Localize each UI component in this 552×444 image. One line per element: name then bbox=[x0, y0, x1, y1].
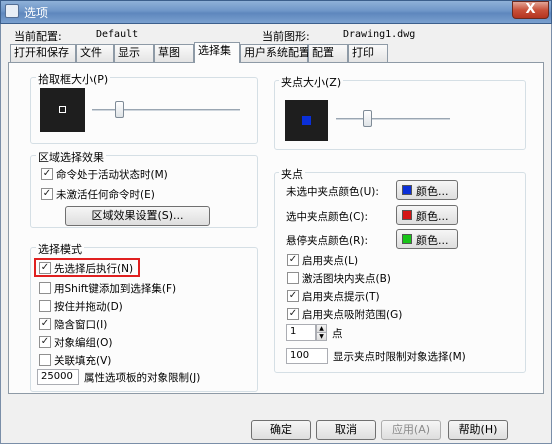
hover-color-button-label: 颜色... bbox=[416, 234, 449, 247]
area-effects-label: 区域选择效果 bbox=[36, 149, 106, 165]
tab-profiles[interactable]: 配置 bbox=[308, 44, 348, 62]
window-title: 选项 bbox=[24, 6, 49, 20]
snap-range-down-button[interactable]: ▼ bbox=[316, 332, 327, 341]
press-drag-label: 按住并拖动(D) bbox=[54, 301, 123, 313]
unselected-color-swatch bbox=[402, 185, 412, 195]
grip-size-slider-thumb[interactable] bbox=[363, 110, 372, 127]
shift-add-checkbox[interactable] bbox=[39, 282, 51, 294]
implied-window-checkbox[interactable]: ✓ bbox=[39, 318, 51, 330]
implied-window-label: 隐含窗口(I) bbox=[54, 319, 108, 331]
tab-display[interactable]: 显示 bbox=[114, 44, 154, 62]
ok-button[interactable]: 确定 bbox=[251, 420, 311, 440]
tab-open-save[interactable]: 打开和保存 bbox=[10, 44, 76, 62]
tab-selection[interactable]: 选择集 bbox=[194, 42, 240, 63]
grips-in-blocks-label: 激活图块内夹点(B) bbox=[302, 273, 391, 285]
no-command-label: 未激活任何命令时(E) bbox=[56, 189, 155, 201]
associative-hatch-label: 关联填充(V) bbox=[54, 355, 112, 367]
snap-range-unit: 点 bbox=[332, 328, 343, 340]
tab-user-preferences[interactable]: 用户系统配置 bbox=[240, 44, 310, 62]
grip-snap-label: 启用夹点吸附范围(G) bbox=[302, 309, 403, 321]
grip-tips-checkbox[interactable]: ✓ bbox=[287, 290, 299, 302]
noun-verb-label: 先选择后执行(N) bbox=[54, 263, 134, 275]
grip-marker bbox=[302, 116, 311, 125]
pickbox-label: 拾取框大小(P) bbox=[36, 71, 111, 87]
grip-limit-label: 显示夹点时限制对象选择(M) bbox=[333, 351, 466, 363]
grip-size-slider-track[interactable] bbox=[336, 118, 450, 120]
enable-grips-checkbox[interactable]: ✓ bbox=[287, 254, 299, 266]
object-grouping-label: 对象编组(O) bbox=[54, 337, 113, 349]
tab-plot[interactable]: 打印 bbox=[348, 44, 388, 62]
help-button[interactable]: 帮助(H) bbox=[448, 420, 508, 440]
pickbox-marker bbox=[59, 106, 66, 113]
command-active-label: 命令处于活动状态时(M) bbox=[56, 169, 168, 181]
object-limit-label: 属性选项板的对象限制(J) bbox=[84, 372, 201, 384]
tab-files[interactable]: 文件 bbox=[76, 44, 114, 62]
snap-range-input[interactable]: 1 bbox=[286, 324, 316, 341]
pickbox-slider-thumb[interactable] bbox=[115, 101, 124, 118]
selected-grip-color-label: 选中夹点颜色(C): bbox=[286, 211, 369, 223]
selected-color-swatch bbox=[402, 210, 412, 220]
grip-limit-input[interactable]: 100 bbox=[286, 348, 328, 364]
grips-label: 夹点 bbox=[279, 166, 305, 182]
unselected-grip-color-label: 未选中夹点颜色(U): bbox=[286, 186, 379, 198]
unselected-color-button-label: 颜色... bbox=[416, 185, 449, 198]
command-active-checkbox[interactable]: ✓ bbox=[41, 168, 53, 180]
current-config-label: 当前配置: bbox=[14, 30, 62, 43]
app-icon bbox=[5, 4, 19, 18]
no-command-checkbox[interactable]: ✓ bbox=[41, 188, 53, 200]
grips-in-blocks-checkbox[interactable] bbox=[287, 272, 299, 284]
shift-add-label: 用Shift键添加到选择集(F) bbox=[54, 283, 177, 295]
area-effect-settings-button[interactable]: 区域效果设置(S)... bbox=[65, 206, 210, 226]
title-bar bbox=[0, 0, 552, 24]
selection-modes-label: 选择模式 bbox=[36, 241, 84, 257]
current-config-value: Default bbox=[96, 29, 139, 40]
object-limit-input[interactable]: 25000 bbox=[37, 369, 79, 385]
cancel-button[interactable]: 取消 bbox=[316, 420, 376, 440]
enable-grips-label: 启用夹点(L) bbox=[302, 255, 359, 267]
object-grouping-checkbox[interactable]: ✓ bbox=[39, 336, 51, 348]
grip-tips-label: 启用夹点提示(T) bbox=[302, 291, 380, 303]
hover-color-swatch bbox=[402, 234, 412, 244]
selected-color-button-label: 颜色... bbox=[416, 210, 449, 223]
noun-verb-checkbox[interactable]: ✓ bbox=[39, 262, 51, 274]
current-drawing-label: 当前图形: bbox=[262, 30, 310, 43]
hover-grip-color-label: 悬停夹点颜色(R): bbox=[286, 235, 369, 247]
associative-hatch-checkbox[interactable] bbox=[39, 354, 51, 366]
apply-button[interactable]: 应用(A) bbox=[381, 420, 441, 440]
tab-drafting[interactable]: 草图 bbox=[154, 44, 194, 62]
grip-size-label: 夹点大小(Z) bbox=[279, 74, 344, 90]
current-drawing-value: Drawing1.dwg bbox=[343, 29, 416, 40]
close-button[interactable]: X bbox=[512, 1, 549, 19]
grip-snap-checkbox[interactable]: ✓ bbox=[287, 308, 299, 320]
press-drag-checkbox[interactable] bbox=[39, 300, 51, 312]
